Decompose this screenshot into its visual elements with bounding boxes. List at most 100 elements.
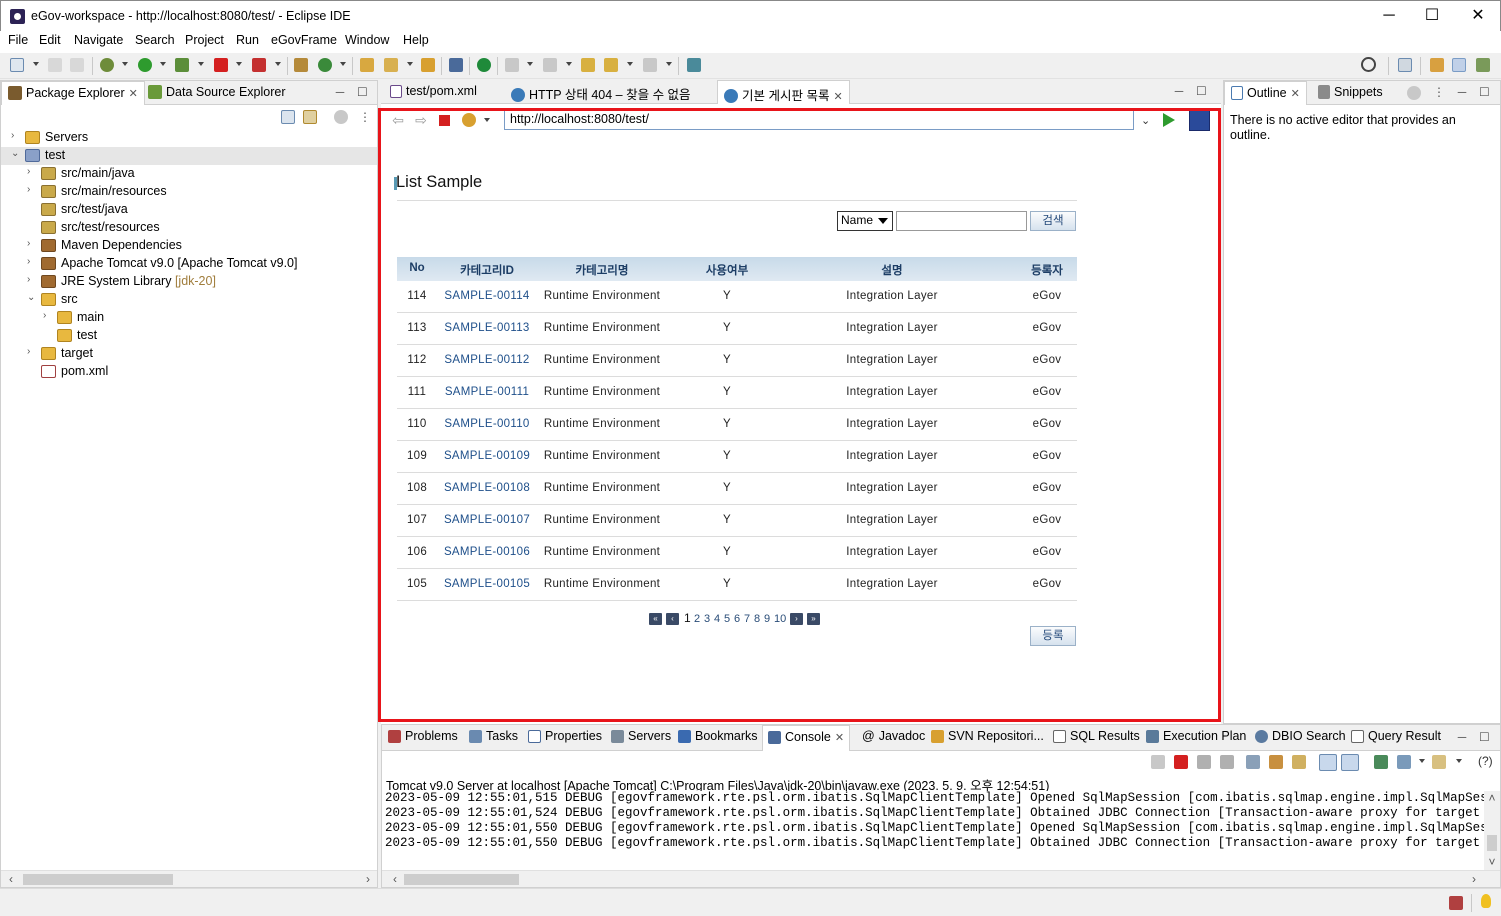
tree-item-servers[interactable]: › Servers [1, 129, 377, 147]
chevron-right-icon[interactable]: › [27, 167, 35, 177]
package-icon[interactable] [294, 58, 308, 72]
menu-egovframe[interactable]: eGovFrame [271, 33, 337, 47]
tree-item-src-main-java[interactable]: › src/main/java [1, 165, 377, 183]
menu-edit[interactable]: Edit [39, 33, 61, 47]
console-output[interactable]: 2023-05-09 12:55:01,515 DEBUG [egovframe… [382, 791, 1484, 870]
close-icon[interactable]: ✕ [833, 91, 842, 103]
scroll-lock-icon[interactable] [1269, 755, 1283, 769]
show-stdout-icon[interactable] [1319, 754, 1337, 771]
tree-item-src-test-resources[interactable]: src/test/resources [1, 219, 377, 237]
open-perspective-icon[interactable] [1398, 58, 1412, 72]
menu-search[interactable]: Search [135, 33, 175, 47]
save-all-icon[interactable] [70, 58, 84, 72]
tip-lightbulb-icon[interactable] [1481, 894, 1491, 908]
tab-tasks[interactable]: Tasks [469, 729, 518, 743]
scrollbar-thumb[interactable] [23, 874, 173, 885]
tab-outline[interactable]: Outline ✕ [1224, 81, 1307, 105]
minimize-view-icon[interactable]: ─ [1457, 731, 1467, 743]
chevron-right-icon[interactable]: › [27, 275, 35, 285]
chevron-down-icon[interactable]: ⌄ [11, 149, 19, 159]
pin-editor-icon[interactable] [687, 58, 701, 72]
error-log-icon[interactable] [1449, 896, 1463, 910]
monitor-icon[interactable] [449, 58, 463, 72]
maximize-view-icon[interactable]: ☐ [357, 86, 368, 98]
chevron-right-icon[interactable]: › [27, 257, 35, 267]
next-annotation-icon[interactable] [505, 58, 519, 72]
scroll-up-icon[interactable]: ˄ [1487, 792, 1497, 804]
new-icon[interactable] [10, 58, 24, 72]
tab-execution-plan[interactable]: Execution Plan [1146, 729, 1246, 743]
tab-pom-xml[interactable]: test/pom.xml [384, 80, 483, 104]
close-icon[interactable]: ✕ [1291, 88, 1300, 100]
console-horizontal-scrollbar[interactable]: ‹ › [382, 870, 1500, 887]
terminate-icon[interactable] [252, 58, 266, 72]
minimize-view-icon[interactable]: ─ [335, 86, 345, 98]
chevron-right-icon[interactable]: › [27, 347, 35, 357]
prev-annotation-icon[interactable] [543, 58, 557, 72]
view-menu-icon[interactable]: ⋮ [1433, 86, 1445, 98]
tab-package-explorer[interactable]: Package Explorer ✕ [1, 81, 145, 105]
tab-board-list[interactable]: 기본 게시판 목록 ✕ [717, 80, 850, 104]
stop-icon[interactable] [214, 58, 228, 72]
maximize-view-icon[interactable]: ☐ [1196, 85, 1207, 97]
forward-icon[interactable] [643, 58, 657, 72]
scrollbar-thumb[interactable] [404, 874, 519, 885]
scroll-left-icon[interactable]: ‹ [6, 873, 16, 885]
tree-item-src-main-resources[interactable]: › src/main/resources [1, 183, 377, 201]
help-button[interactable]: (?) [1478, 754, 1493, 768]
tree-item-src-test-java[interactable]: src/test/java [1, 201, 377, 219]
tab-properties[interactable]: Properties [528, 729, 602, 743]
last-edit-icon[interactable] [581, 58, 595, 72]
search-tool-icon[interactable] [384, 58, 398, 72]
chevron-down-icon[interactable]: ⌄ [27, 293, 35, 303]
close-window-button[interactable]: ✕ [1455, 5, 1501, 29]
chevron-right-icon[interactable]: › [43, 311, 51, 321]
new-console-icon[interactable] [1432, 755, 1446, 769]
tree-item-test-folder[interactable]: test [1, 327, 377, 345]
display-console-icon[interactable] [1397, 755, 1411, 769]
close-icon[interactable]: ✕ [129, 88, 138, 100]
debug-perspective-icon[interactable] [1476, 58, 1490, 72]
run-external-icon[interactable] [175, 58, 189, 72]
debug-icon[interactable] [100, 58, 114, 72]
save-icon[interactable] [48, 58, 62, 72]
remove-all-icon[interactable] [1220, 755, 1234, 769]
tab-servers[interactable]: Servers [611, 729, 671, 743]
view-menu-icon[interactable]: ⋮ [359, 111, 371, 123]
close-icon[interactable]: ✕ [835, 732, 844, 744]
menu-window[interactable]: Window [345, 33, 389, 47]
link-with-editor-icon[interactable] [303, 110, 317, 124]
menu-file[interactable]: File [8, 33, 28, 47]
filter-icon[interactable] [1407, 86, 1421, 100]
console-vertical-scrollbar[interactable]: ˄ ˅ [1484, 791, 1500, 870]
scroll-left-icon[interactable]: ‹ [390, 873, 400, 885]
terminate-icon[interactable] [1174, 755, 1188, 769]
tab-problems[interactable]: Problems [388, 729, 458, 743]
tree-item-pom-xml[interactable]: pom.xml [1, 363, 377, 381]
tab-svn-repositories[interactable]: SVN Repositori... [931, 729, 1044, 743]
chevron-right-icon[interactable]: › [11, 131, 19, 141]
tree-item-jre-system-library[interactable]: › JRE System Library [jdk-20] [1, 273, 377, 291]
tab-console[interactable]: Console ✕ [762, 725, 851, 751]
server-start-icon[interactable] [477, 58, 491, 72]
show-stderr-icon[interactable] [1341, 754, 1359, 771]
clear-console-icon[interactable] [1246, 755, 1260, 769]
tree-item-apache-tomcat[interactable]: › Apache Tomcat v9.0 [Apache Tomcat v9.0] [1, 255, 377, 273]
open-type-icon[interactable] [360, 58, 374, 72]
maximize-view-icon[interactable]: ☐ [1479, 731, 1490, 743]
chevron-right-icon[interactable]: › [27, 239, 35, 249]
minimize-view-icon[interactable]: ─ [1174, 85, 1184, 97]
tab-http-404[interactable]: HTTP 상태 404 – 찾을 수 없음 [505, 80, 697, 104]
tab-bookmarks[interactable]: Bookmarks [678, 729, 758, 743]
left-horizontal-scrollbar[interactable]: ‹ › [1, 870, 377, 887]
tree-item-src[interactable]: ⌄ src [1, 291, 377, 309]
collapse-all-icon[interactable] [281, 110, 295, 124]
menu-project[interactable]: Project [185, 33, 224, 47]
menu-help[interactable]: Help [403, 33, 429, 47]
minimize-view-icon[interactable]: ─ [1457, 86, 1467, 98]
menu-navigate[interactable]: Navigate [74, 33, 123, 47]
pin-console-icon[interactable] [1151, 755, 1165, 769]
scroll-right-icon[interactable]: › [363, 873, 373, 885]
tab-sql-results[interactable]: SQL Results [1053, 729, 1140, 743]
run-icon[interactable] [138, 58, 152, 72]
